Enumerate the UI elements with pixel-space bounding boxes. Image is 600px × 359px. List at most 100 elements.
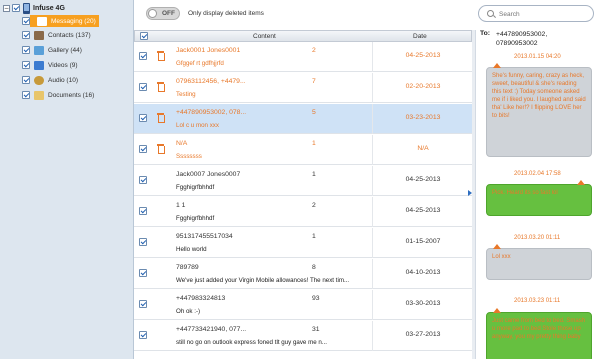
sidebar-item-label: Audio (10) [48, 76, 78, 84]
message-date: 04-25-2013 [405, 52, 441, 59]
row-checkbox[interactable] [139, 300, 147, 308]
messaging-icon [37, 16, 47, 26]
message-preview: Oh ok :-) [176, 308, 201, 315]
toggle-state-label: OFF [162, 10, 175, 17]
sidebar-item-contacts[interactable]: Contacts (137) [22, 29, 91, 41]
column-divider [372, 197, 373, 227]
trash-icon [157, 144, 165, 154]
search-input[interactable] [499, 9, 589, 19]
device-node[interactable]: − Infuse 4G [3, 2, 65, 14]
recipient-number: +447890953002, [496, 31, 548, 38]
documents-checkbox[interactable] [22, 91, 30, 99]
column-divider [372, 290, 373, 320]
row-checkbox[interactable] [139, 83, 147, 91]
sidebar: − Infuse 4G Messaging (20) Contacts (137… [0, 0, 134, 359]
table-row[interactable]: Jack0007 Jones0007 1 Fgghigrfbhhdf 04-25… [134, 166, 472, 196]
table-row[interactable]: +447983324813 93 Oh ok :-) 03-30-2013 [134, 290, 472, 320]
table-row[interactable]: 789789 8 We've just added your Virgin Mo… [134, 259, 472, 289]
message-bubble-sent: Just came from bed to bed. Smash u more … [486, 308, 592, 359]
contact-name: Jack0007 Jones0007 [176, 171, 241, 178]
message-date: N/A [417, 145, 429, 152]
to-label: To: [480, 30, 491, 37]
table-row[interactable]: 951317455517034 1 Hello world 01-15-2007 [134, 228, 472, 258]
gallery-checkbox[interactable] [22, 46, 30, 54]
message-count: 7 [312, 78, 316, 85]
table-row[interactable]: 1 1 2 Fgghigrfbhhdf 04-25-2013 [134, 197, 472, 227]
deleted-items-label: Only display deleted items [188, 10, 264, 17]
recipient-number: 07890953002 [496, 40, 538, 47]
message-preview: still no go on outlook express foned tlt… [176, 339, 327, 346]
row-checkbox[interactable] [139, 331, 147, 339]
row-checkbox[interactable] [139, 114, 147, 122]
bubble-tip [493, 308, 501, 313]
message-count: 2 [312, 47, 316, 54]
recipient-list: +447890953002, 07890953002 [496, 30, 547, 48]
table-row[interactable]: 07963112456, +4479... 7 Testing 02-20-20… [134, 73, 472, 103]
table-row[interactable]: Jack0001 Jones0001 2 Gfggef rt gdfhjjrfd… [134, 42, 472, 72]
message-bubble-sent: Pick. Heard its so fast lol [486, 180, 592, 216]
row-checkbox[interactable] [139, 52, 147, 60]
trash-icon [157, 51, 165, 61]
message-count: 1 [312, 233, 316, 240]
message-date: 03-30-2013 [405, 300, 441, 307]
search-icon [487, 10, 494, 17]
contact-name: 07963112456, +4479... [176, 78, 246, 85]
sidebar-item-label: Messaging (20) [51, 17, 96, 25]
message-timestamp: 2013.03.20 01:11 [514, 235, 561, 241]
message-text: Pick. Heard its so fast lol [492, 190, 558, 196]
videos-icon [34, 60, 44, 70]
toggle-knob [148, 9, 157, 18]
row-checkbox[interactable] [139, 269, 147, 277]
message-bubble-received: Lol xxx [486, 244, 592, 280]
device-label: Infuse 4G [33, 4, 65, 12]
contacts-icon [34, 30, 44, 40]
sidebar-item-gallery[interactable]: Gallery (44) [22, 44, 82, 56]
row-checkbox[interactable] [139, 207, 147, 215]
column-divider [372, 42, 373, 72]
deleted-items-toggle[interactable]: OFF [146, 7, 180, 20]
contact-name: +447983324813 [176, 295, 226, 302]
message-date: 03-23-2013 [405, 114, 441, 121]
message-count: 93 [312, 295, 320, 302]
contacts-checkbox[interactable] [22, 31, 30, 39]
message-preview: Fgghigrfbhhdf [176, 215, 215, 222]
select-all-checkbox[interactable] [140, 32, 148, 40]
gallery-icon [34, 45, 44, 55]
sidebar-item-label: Gallery (44) [48, 46, 82, 54]
sidebar-item-messaging[interactable]: Messaging (20) [22, 15, 99, 27]
sidebar-item-videos[interactable]: Videos (9) [22, 59, 78, 71]
device-checkbox[interactable] [12, 4, 20, 12]
messaging-checkbox[interactable] [22, 17, 30, 25]
expand-arrow-icon[interactable] [468, 190, 472, 196]
message-preview: We've just added your Virgin Mobile allo… [176, 277, 350, 284]
column-header-content[interactable]: Content [253, 33, 276, 40]
trash-icon [157, 82, 165, 92]
contact-name: +447733421940, 077... [176, 326, 247, 333]
column-divider [372, 228, 373, 258]
table-row[interactable]: +447890953002, 078... 5 Lol c u mon xxx … [134, 104, 472, 134]
sidebar-item-documents[interactable]: Documents (16) [22, 89, 94, 101]
column-divider [372, 73, 373, 103]
collapse-toggle[interactable]: − [3, 4, 10, 12]
column-divider [372, 135, 373, 165]
table-row[interactable]: N/A 1 Ssssssss N/A [134, 135, 472, 165]
table-row[interactable]: +447733421940, 077... 31 still no go on … [134, 321, 472, 351]
row-checkbox[interactable] [139, 176, 147, 184]
column-header-date[interactable]: Date [413, 33, 427, 40]
message-date: 02-20-2013 [405, 83, 441, 90]
message-date: 01-15-2007 [405, 238, 441, 245]
message-count: 8 [312, 264, 316, 271]
table-header: Content Date [134, 30, 472, 42]
audio-checkbox[interactable] [22, 76, 30, 84]
row-checkbox[interactable] [139, 145, 147, 153]
row-checkbox[interactable] [139, 238, 147, 246]
sidebar-item-audio[interactable]: Audio (10) [22, 74, 78, 86]
videos-checkbox[interactable] [22, 61, 30, 69]
message-bubble-received: She's funny, caring, crazy as heck, swee… [486, 63, 592, 157]
contact-name: Jack0001 Jones0001 [176, 47, 241, 54]
documents-icon [34, 90, 44, 100]
search-box[interactable] [478, 5, 594, 22]
messages-table: Content Date Jack0001 Jones0001 2 Gfggef… [134, 30, 472, 359]
conversation-pane: To: +447890953002, 07890953002 2013.01.1… [475, 30, 600, 359]
message-count: 31 [312, 326, 320, 333]
